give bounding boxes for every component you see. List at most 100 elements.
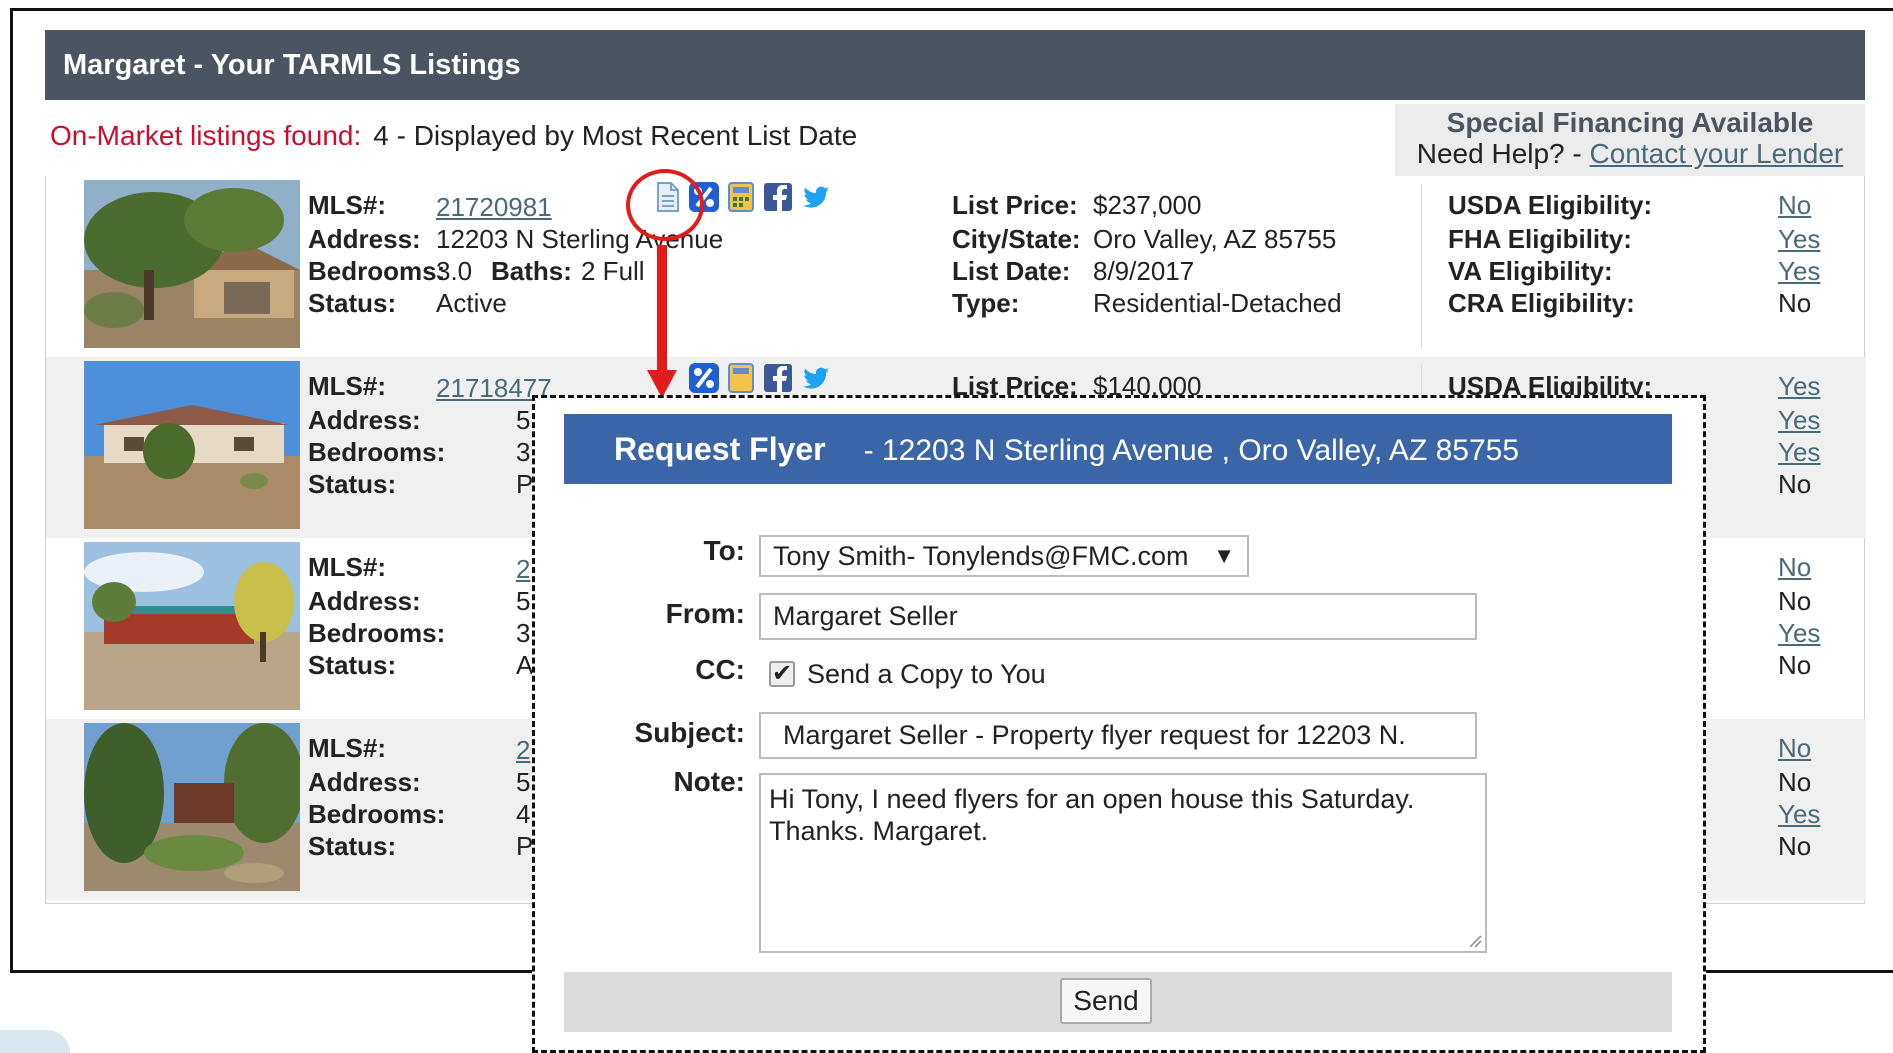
facebook-icon[interactable] xyxy=(761,180,795,214)
va-link[interactable]: Yes xyxy=(1778,799,1820,829)
contact-lender-link[interactable]: Contact your Lender xyxy=(1590,138,1844,169)
bedrooms-label: Bedrooms: xyxy=(308,437,446,467)
address-label: Address: xyxy=(308,405,421,435)
to-label: To: xyxy=(703,535,745,566)
fha-link[interactable]: Yes xyxy=(1778,405,1820,435)
mls-label: MLS#: xyxy=(308,190,386,220)
usda-label: USDA Eligibility: xyxy=(1448,190,1653,220)
dialog-header: Request Flyer - 12203 N Sterling Avenue ,… xyxy=(564,414,1672,484)
fha-label: FHA Eligibility: xyxy=(1448,224,1632,254)
calculator-icon[interactable] xyxy=(724,361,758,395)
type-label: Type: xyxy=(952,288,1020,318)
cc-label: CC: xyxy=(695,654,745,685)
status-value: P xyxy=(516,469,534,499)
decorative-shape xyxy=(0,1030,70,1053)
list-date-value: 8/9/2017 xyxy=(1093,256,1195,286)
column-divider xyxy=(1421,184,1422,348)
cra-value: No xyxy=(1778,650,1812,680)
status-value: Active xyxy=(436,288,507,318)
fha-link[interactable]: Yes xyxy=(1778,224,1820,254)
subject-field[interactable]: Margaret Seller - Property flyer request… xyxy=(759,712,1477,759)
facebook-icon[interactable] xyxy=(761,361,795,395)
listings-summary: On-Market listings found: 4 - Displayed b… xyxy=(50,120,857,152)
bedrooms-label: Bedrooms: xyxy=(308,618,446,648)
mls-label: MLS#: xyxy=(308,733,386,763)
bedrooms-value: 3 xyxy=(516,437,531,467)
bedrooms-value: 4 xyxy=(516,799,531,829)
status-value: A xyxy=(516,650,534,680)
note-label: Note: xyxy=(673,766,745,797)
annotation-arrow xyxy=(657,245,667,373)
va-link[interactable]: Yes xyxy=(1778,256,1820,286)
va-link[interactable]: Yes xyxy=(1778,618,1820,648)
percent-icon[interactable] xyxy=(687,361,721,395)
fha-value: No xyxy=(1778,767,1812,797)
financing-panel: Special Financing Available Need Help? -… xyxy=(1395,104,1865,176)
highlight-circle xyxy=(626,169,704,241)
mls-number-link[interactable]: 2 xyxy=(516,735,530,765)
city-state-label: City/State: xyxy=(952,224,1081,254)
cra-value: No xyxy=(1778,469,1812,499)
help-prefix: Need Help? - xyxy=(1416,138,1590,169)
summary-value: 4 - Displayed by Most Recent List Date xyxy=(373,120,858,151)
dropdown-arrow-icon: ▼ xyxy=(1213,543,1235,568)
list-price-label: List Price: xyxy=(952,190,1078,220)
from-label: From: xyxy=(665,598,745,629)
mls-number-link[interactable]: 21720981 xyxy=(436,192,552,222)
dialog-footer: Send xyxy=(564,972,1672,1032)
fha-value: No xyxy=(1778,586,1812,616)
mls-label: MLS#: xyxy=(308,552,386,582)
list-price-value: $237,000 xyxy=(1093,190,1202,220)
dialog-subtitle: - 12203 N Sterling Avenue , Oro Valley, … xyxy=(863,434,1520,467)
status-label: Status: xyxy=(308,288,397,318)
bedrooms-label: Bedrooms: xyxy=(308,256,446,286)
usda-link[interactable]: Yes xyxy=(1778,371,1820,401)
listing-photo[interactable] xyxy=(84,180,300,348)
address-label: Address: xyxy=(308,224,421,254)
arrow-head xyxy=(647,370,677,398)
cra-value: No xyxy=(1778,288,1812,318)
subject-label: Subject: xyxy=(634,717,745,748)
status-label: Status: xyxy=(308,831,397,861)
request-flyer-dialog: Request Flyer - 12203 N Sterling Avenue ,… xyxy=(532,395,1706,1053)
va-label: VA Eligibility: xyxy=(1448,256,1613,286)
financing-title: Special Financing Available xyxy=(1446,107,1814,138)
twitter-icon[interactable] xyxy=(798,180,832,214)
from-field[interactable]: Margaret Seller xyxy=(759,593,1477,640)
dialog-title: Request Flyer xyxy=(614,431,826,467)
cc-checkbox[interactable]: ✔ xyxy=(769,661,795,687)
listing-photo[interactable] xyxy=(84,542,300,710)
calculator-icon[interactable] xyxy=(724,180,758,214)
mls-label: MLS#: xyxy=(308,371,386,401)
bedrooms-label: Bedrooms: xyxy=(308,799,446,829)
bedrooms-value: 3.0 xyxy=(436,256,473,286)
type-value: Residential-Detached xyxy=(1093,288,1342,318)
twitter-icon[interactable] xyxy=(798,361,832,395)
cra-label: CRA Eligibility: xyxy=(1448,288,1635,318)
status-label: Status: xyxy=(308,469,397,499)
address-value: 5 xyxy=(516,586,531,616)
city-state-value: Oro Valley, AZ 85755 xyxy=(1093,224,1337,254)
cra-value: No xyxy=(1778,831,1812,861)
listing-photo[interactable] xyxy=(84,723,300,891)
bedrooms-value: 3 xyxy=(516,618,531,648)
status-label: Status: xyxy=(308,650,397,680)
usda-link[interactable]: No xyxy=(1778,733,1811,763)
note-textarea[interactable]: Hi Tony, I need flyers for an open house… xyxy=(759,773,1487,953)
mls-number-link[interactable]: 2 xyxy=(516,554,530,584)
usda-link[interactable]: No xyxy=(1778,190,1811,220)
baths-label: Baths: xyxy=(491,256,572,286)
usda-link[interactable]: No xyxy=(1778,552,1811,582)
listing-photo[interactable] xyxy=(84,361,300,529)
address-value: 5 xyxy=(516,767,531,797)
baths-value: 2 Full xyxy=(581,256,645,286)
list-date-label: List Date: xyxy=(952,256,1071,286)
status-value: P xyxy=(516,831,534,861)
va-link[interactable]: Yes xyxy=(1778,437,1820,467)
note-text: Hi Tony, I need flyers for an open house… xyxy=(769,784,1415,846)
address-value: 5 xyxy=(516,405,531,435)
send-button[interactable]: Send xyxy=(1060,978,1152,1024)
address-label: Address: xyxy=(308,767,421,797)
resize-handle-icon[interactable] xyxy=(1466,932,1482,948)
to-select[interactable]: Tony Smith- Tonylends@FMC.com ▼ xyxy=(759,535,1249,577)
